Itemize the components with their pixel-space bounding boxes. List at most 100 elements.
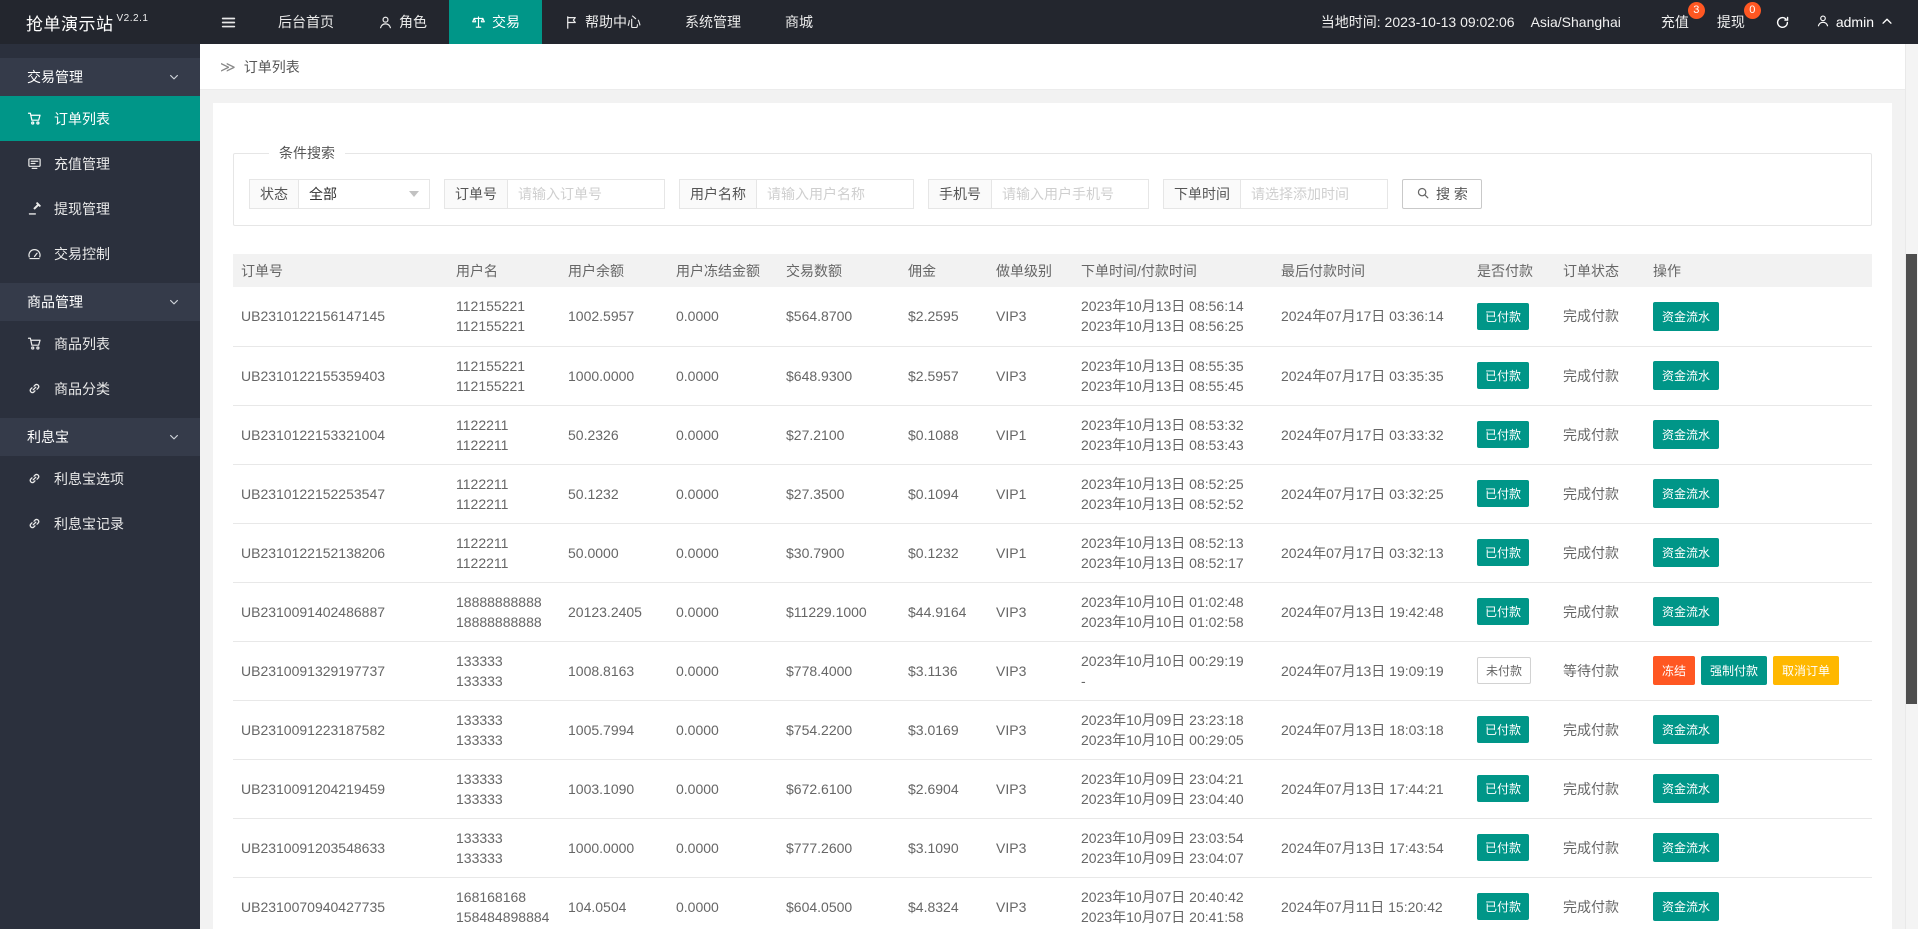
status-select[interactable]: 全部	[298, 179, 430, 209]
nav-item-6[interactable]: 商城	[763, 0, 835, 44]
cell-vip-level: VIP3	[988, 877, 1073, 929]
action-button-资金流水[interactable]: 资金流水	[1653, 361, 1720, 390]
username-input[interactable]	[756, 179, 914, 209]
action-button-资金流水[interactable]: 资金流水	[1653, 892, 1720, 921]
order-no-input[interactable]	[507, 179, 665, 209]
cell-last-pay-time: 2024年07月17日 03:35:35	[1273, 346, 1469, 406]
cell-frozen: 0.0000	[668, 346, 778, 406]
sidebar-group-6[interactable]: 商品管理	[0, 283, 200, 321]
sidebar-item-3[interactable]: 充值管理	[0, 141, 200, 186]
cell-actions: 资金流水	[1645, 523, 1872, 583]
cell-amount: $754.2200	[778, 700, 900, 760]
cell-commission: $2.2595	[900, 287, 988, 347]
action-button-强制付款[interactable]: 强制付款	[1701, 656, 1768, 685]
table-row: UB2310122152253547 1122211 1122211 50.1232 0…	[233, 464, 1872, 524]
page-scrollbar[interactable]	[1905, 44, 1918, 929]
user-name: admin	[1835, 14, 1874, 30]
recharge-link[interactable]: 充值 3	[1647, 2, 1705, 32]
order-time-input[interactable]	[1240, 179, 1388, 209]
time-line: 2023年10月09日 23:04:07	[1081, 849, 1244, 866]
scrollbar-thumb[interactable]	[1906, 254, 1917, 704]
time-line: 2023年10月09日 23:23:18	[1081, 711, 1244, 728]
time-line: 2023年10月13日 08:52:13	[1081, 534, 1244, 551]
cell-pay-status: 已付款	[1469, 700, 1555, 760]
action-button-资金流水[interactable]: 资金流水	[1653, 420, 1720, 449]
cell-vip-level: VIP1	[988, 405, 1073, 465]
cell-actions: 资金流水	[1645, 287, 1872, 347]
column-header: 操作	[1645, 254, 1872, 287]
sidebar-item-8[interactable]: 商品分类	[0, 366, 200, 411]
cell-username: 133333 133333	[448, 700, 560, 760]
search-button[interactable]: 搜 索	[1402, 179, 1482, 209]
time-line: 2023年10月13日 08:56:14	[1081, 298, 1244, 315]
time-line: 2023年10月13日 08:55:35	[1081, 357, 1244, 374]
sidebar-item-7[interactable]: 商品列表	[0, 321, 200, 366]
refresh-icon[interactable]	[1759, 15, 1806, 30]
time-line: 2023年10月13日 08:52:17	[1081, 554, 1244, 571]
phone-label: 手机号	[928, 179, 992, 209]
nav-item-5[interactable]: 系统管理	[663, 0, 763, 44]
cell-pay-status: 已付款	[1469, 287, 1555, 347]
action-button-资金流水[interactable]: 资金流水	[1653, 301, 1720, 331]
action-button-资金流水[interactable]: 资金流水	[1653, 833, 1720, 862]
column-header: 订单号	[233, 254, 448, 287]
cell-order-status: 等待付款	[1555, 641, 1645, 701]
time-line: 2023年10月13日 08:56:25	[1081, 318, 1244, 335]
cell-order-no: UB2310091223187582	[233, 700, 448, 760]
nav-item-1[interactable]: 后台首页	[256, 0, 356, 44]
action-button-资金流水[interactable]: 资金流水	[1653, 538, 1720, 567]
order-list-card: 条件搜索 状态 全部 订单号 用户名称	[213, 103, 1892, 929]
sidebar-item-4[interactable]: 提现管理	[0, 186, 200, 231]
username-line: 1122211	[456, 436, 509, 453]
username-filter: 用户名称	[679, 179, 914, 209]
nav-item-2[interactable]: 角色	[356, 0, 449, 44]
cell-last-pay-time: 2024年07月13日 19:09:19	[1273, 641, 1469, 701]
cell-commission: $44.9164	[900, 582, 988, 642]
cell-commission: $3.1136	[900, 641, 988, 701]
table-row: UB2310091204219459 133333 133333 1003.1090 0…	[233, 759, 1872, 819]
time-line: 2023年10月10日 00:29:19	[1081, 652, 1244, 669]
action-button-资金流水[interactable]: 资金流水	[1653, 597, 1720, 626]
select-arrow-icon	[409, 191, 419, 197]
cell-order-status: 完成付款	[1555, 464, 1645, 524]
cell-balance: 50.0000	[560, 523, 668, 583]
sidebar-item-11[interactable]: 利息宝记录	[0, 501, 200, 546]
sidebar-item-2[interactable]: 订单列表	[0, 96, 200, 141]
cell-username: 18888888888 18888888888	[448, 582, 560, 642]
pay-status-badge: 已付款	[1477, 421, 1530, 448]
hamburger-icon[interactable]	[200, 0, 256, 44]
action-button-资金流水[interactable]: 资金流水	[1653, 715, 1720, 744]
action-button-资金流水[interactable]: 资金流水	[1653, 774, 1720, 803]
nav-item-4[interactable]: 帮助中心	[542, 0, 663, 44]
link-icon	[27, 381, 42, 396]
action-button-取消订单[interactable]: 取消订单	[1773, 656, 1840, 685]
cell-order-status: 完成付款	[1555, 877, 1645, 929]
cell-last-pay-time: 2024年07月11日 15:20:42	[1273, 877, 1469, 929]
sidebar-group-9[interactable]: 利息宝	[0, 418, 200, 456]
withdraw-link[interactable]: 提现 0	[1703, 2, 1761, 32]
breadcrumb: ≫ 订单列表	[200, 44, 1918, 90]
cell-order-pay-time: 2023年10月07日 20:40:42 2023年10月07日 20:41:58	[1073, 877, 1273, 929]
user-menu[interactable]: admin	[1806, 14, 1904, 31]
cell-pay-status: 已付款	[1469, 759, 1555, 819]
sidebar-group-1[interactable]: 交易管理	[0, 58, 200, 96]
cell-order-pay-time: 2023年10月09日 23:03:54 2023年10月09日 23:04:07	[1073, 818, 1273, 878]
nav-item-label: 角色	[399, 14, 427, 30]
username-line: 1122211	[456, 554, 509, 571]
cell-balance: 1000.0000	[560, 346, 668, 406]
cell-amount: $564.8700	[778, 287, 900, 347]
cell-order-pay-time: 2023年10月13日 08:53:32 2023年10月13日 08:53:43	[1073, 405, 1273, 465]
flag-icon	[564, 15, 579, 30]
cell-pay-status: 已付款	[1469, 523, 1555, 583]
phone-input[interactable]	[991, 179, 1149, 209]
sidebar-item-10[interactable]: 利息宝选项	[0, 456, 200, 501]
cell-order-pay-time: 2023年10月13日 08:52:25 2023年10月13日 08:52:52	[1073, 464, 1273, 524]
nav-item-label: 系统管理	[685, 14, 741, 30]
main-area: ≫ 订单列表 条件搜索 状态 全部 订单号 请输入订单号 用户名称 请输入用户名…	[200, 44, 1918, 929]
action-button-冻结[interactable]: 冻结	[1653, 656, 1696, 685]
nav-item-3[interactable]: 交易	[449, 0, 542, 44]
scale-icon	[471, 15, 486, 30]
sidebar-item-5[interactable]: 交易控制	[0, 231, 200, 276]
action-button-资金流水[interactable]: 资金流水	[1653, 479, 1720, 508]
cell-commission: $4.8324	[900, 877, 988, 929]
